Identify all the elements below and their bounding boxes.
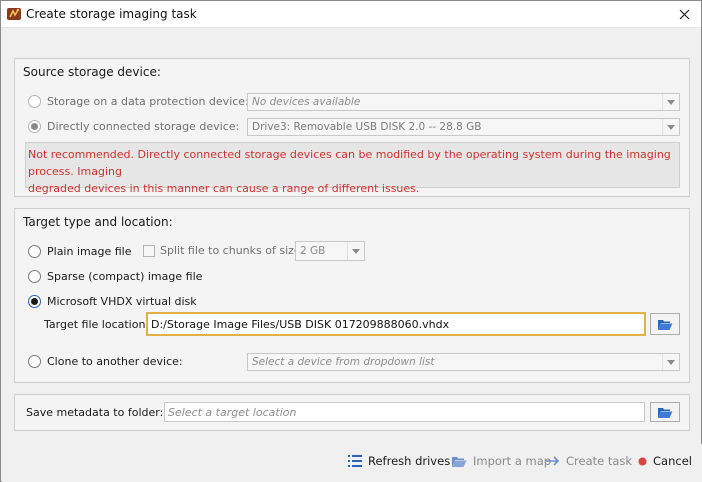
chevron-down-icon[interactable] bbox=[662, 119, 679, 135]
split-file-checkbox[interactable] bbox=[143, 244, 155, 257]
radio-vhdx[interactable]: Microsoft VHDX virtual disk bbox=[28, 295, 197, 308]
close-icon[interactable] bbox=[679, 9, 690, 20]
radio-sparse-image[interactable]: Sparse (compact) image file bbox=[28, 270, 202, 283]
target-file-location-input[interactable]: D:/Storage Image Files/USB DISK 01720988… bbox=[146, 312, 646, 336]
radio-plain-circle[interactable] bbox=[28, 245, 41, 258]
radio-direct-device[interactable]: Directly connected storage device: bbox=[28, 120, 239, 133]
app-logo-icon bbox=[6, 6, 22, 22]
folder-open-icon bbox=[451, 455, 467, 468]
radio-clone-circle[interactable] bbox=[28, 355, 41, 368]
split-file-checkbox-row[interactable]: Split file to chunks of size: bbox=[143, 244, 304, 257]
clone-device-dropdown[interactable]: Select a device from dropdown list bbox=[247, 353, 680, 371]
split-size-dropdown[interactable]: 2 GB bbox=[295, 241, 365, 261]
create-task-label: Create task bbox=[566, 454, 633, 468]
chevron-down-icon[interactable] bbox=[662, 354, 679, 370]
warning-line-1: Not recommended. Directly connected stor… bbox=[28, 148, 671, 178]
plain-image-label: Plain image file bbox=[47, 245, 132, 258]
title-bar: Create storage imaging task bbox=[1, 1, 701, 28]
folder-open-icon[interactable] bbox=[657, 318, 673, 331]
warning-message: Not recommended. Directly connected stor… bbox=[25, 142, 680, 195]
clone-device-placeholder: Select a device from dropdown list bbox=[252, 356, 435, 368]
radio-direct-circle[interactable] bbox=[28, 120, 41, 133]
direct-device-label: Directly connected storage device: bbox=[47, 120, 240, 133]
vhdx-label: Microsoft VHDX virtual disk bbox=[47, 295, 197, 308]
browse-target-button[interactable] bbox=[650, 313, 680, 335]
target-file-location-value: D:/Storage Image Files/USB DISK 01720988… bbox=[151, 317, 450, 331]
radio-protection-circle[interactable] bbox=[28, 95, 41, 108]
direct-device-dropdown[interactable]: Drive3: Removable USB DISK 2.0 -- 28.8 G… bbox=[247, 118, 680, 136]
clone-device-label: Clone to another device: bbox=[47, 355, 183, 368]
sparse-image-label: Sparse (compact) image file bbox=[47, 270, 203, 283]
split-size-value: 2 GB bbox=[300, 245, 326, 257]
red-dot-icon bbox=[638, 457, 647, 466]
refresh-drives-label: Refresh drives bbox=[368, 454, 451, 468]
arrow-right-icon bbox=[546, 456, 560, 466]
import-map-label: Import a map bbox=[473, 454, 552, 468]
warning-line-2: degraded devices in this manner can caus… bbox=[28, 182, 420, 195]
window-title: Create storage imaging task bbox=[26, 7, 197, 21]
radio-clone-device[interactable]: Clone to another device: bbox=[28, 355, 183, 368]
import-map-button[interactable]: Import a map bbox=[451, 454, 551, 468]
protection-device-label: Storage on a data protection device: bbox=[47, 95, 249, 108]
radio-protection-device[interactable]: Storage on a data protection device: bbox=[28, 95, 249, 108]
cancel-label: Cancel bbox=[653, 454, 692, 468]
radio-plain-image[interactable]: Plain image file bbox=[28, 245, 131, 258]
metadata-folder-placeholder: Select a target location bbox=[168, 405, 297, 419]
create-task-button[interactable]: Create task bbox=[546, 454, 632, 468]
target-file-location-label: Target file location: bbox=[44, 318, 150, 331]
protection-device-dropdown[interactable]: No devices available bbox=[247, 93, 680, 111]
close-button[interactable] bbox=[667, 1, 701, 28]
chevron-down-icon[interactable] bbox=[347, 242, 364, 260]
chevron-down-icon[interactable] bbox=[662, 94, 679, 110]
metadata-label: Save metadata to folder: bbox=[26, 406, 164, 419]
cancel-button[interactable]: Cancel bbox=[638, 454, 692, 468]
folder-open-icon[interactable] bbox=[657, 406, 673, 419]
refresh-drives-button[interactable]: Refresh drives bbox=[348, 454, 450, 468]
dialog-window: Create storage imaging task Source stora… bbox=[0, 0, 702, 482]
target-panel-title: Target type and location: bbox=[23, 215, 173, 229]
radio-sparse-circle[interactable] bbox=[28, 270, 41, 283]
metadata-folder-input[interactable]: Select a target location bbox=[164, 402, 645, 422]
source-panel-title: Source storage device: bbox=[23, 65, 161, 79]
radio-vhdx-circle[interactable] bbox=[28, 295, 41, 308]
split-file-label: Split file to chunks of size: bbox=[160, 244, 305, 257]
protection-device-placeholder: No devices available bbox=[252, 96, 361, 108]
direct-device-value: Drive3: Removable USB DISK 2.0 -- 28.8 G… bbox=[252, 121, 482, 133]
dialog-footer: Refresh drives Import a map Create task bbox=[2, 444, 702, 482]
browse-metadata-button[interactable] bbox=[650, 402, 680, 422]
list-icon bbox=[348, 455, 362, 467]
